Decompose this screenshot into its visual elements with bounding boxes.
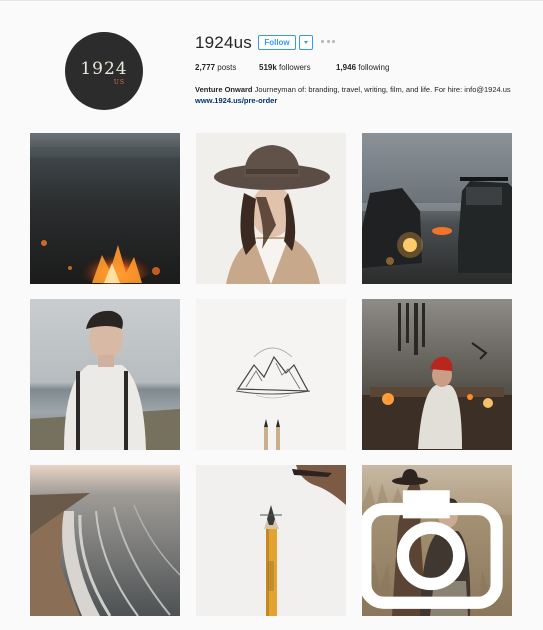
trucks-beach-photo-icon xyxy=(362,133,512,284)
posts-label: posts xyxy=(217,63,237,72)
post-woman-hat[interactable] xyxy=(196,133,346,284)
posts-count: 2,777 xyxy=(195,63,216,72)
post-workshop[interactable] xyxy=(362,299,512,450)
avatar-logo-subtext: US xyxy=(113,78,125,86)
avatar-logo-text: 1924 xyxy=(80,58,128,79)
following-count: 1,946 xyxy=(336,63,357,72)
post-coastline[interactable] xyxy=(30,465,180,616)
more-options-icon[interactable] xyxy=(321,40,335,44)
chevron-down-icon xyxy=(304,41,308,44)
post-trucks-beach[interactable] xyxy=(362,133,512,284)
pencil-carving-photo-icon xyxy=(196,465,346,616)
post-pencil-drawing[interactable] xyxy=(196,299,346,450)
campfire-photo-icon xyxy=(30,133,180,284)
post-campfire[interactable] xyxy=(30,133,180,284)
post-grid xyxy=(30,133,512,616)
pencil-drawing-photo-icon xyxy=(196,299,346,450)
stat-posts: 2,777 posts xyxy=(195,63,259,72)
profile-stats: 2,777 posts 519k followers 1,946 followi… xyxy=(195,63,389,72)
top-divider xyxy=(0,0,543,1)
profile-username: 1924us xyxy=(195,33,252,52)
bio-text: Journeyman of: branding, travel, writing… xyxy=(252,85,511,94)
camera-icon xyxy=(362,490,503,609)
profile-avatar[interactable]: 1924 US xyxy=(65,32,143,110)
bio-name: Venture Onward xyxy=(195,85,253,94)
bio-link[interactable]: www.1924.us/pre-order xyxy=(195,96,277,105)
post-man-suspenders[interactable] xyxy=(30,299,180,450)
stat-followers[interactable]: 519k followers xyxy=(259,63,336,72)
stat-following[interactable]: 1,946 following xyxy=(336,63,389,72)
post-grass-portrait[interactable] xyxy=(362,465,512,616)
man-suspenders-photo-icon xyxy=(30,299,180,450)
profile-bio: Venture Onward Journeyman of: branding, … xyxy=(195,84,515,106)
followers-count: 519k xyxy=(259,63,277,72)
workshop-photo-icon xyxy=(362,299,512,450)
followers-label: followers xyxy=(279,63,311,72)
following-label: following xyxy=(358,63,390,72)
follow-button[interactable]: Follow xyxy=(258,35,296,50)
follow-dropdown-button[interactable] xyxy=(299,35,313,50)
coastline-photo-icon xyxy=(30,465,180,616)
post-pencil-carving[interactable] xyxy=(196,465,346,616)
woman-hat-photo-icon xyxy=(196,133,346,284)
